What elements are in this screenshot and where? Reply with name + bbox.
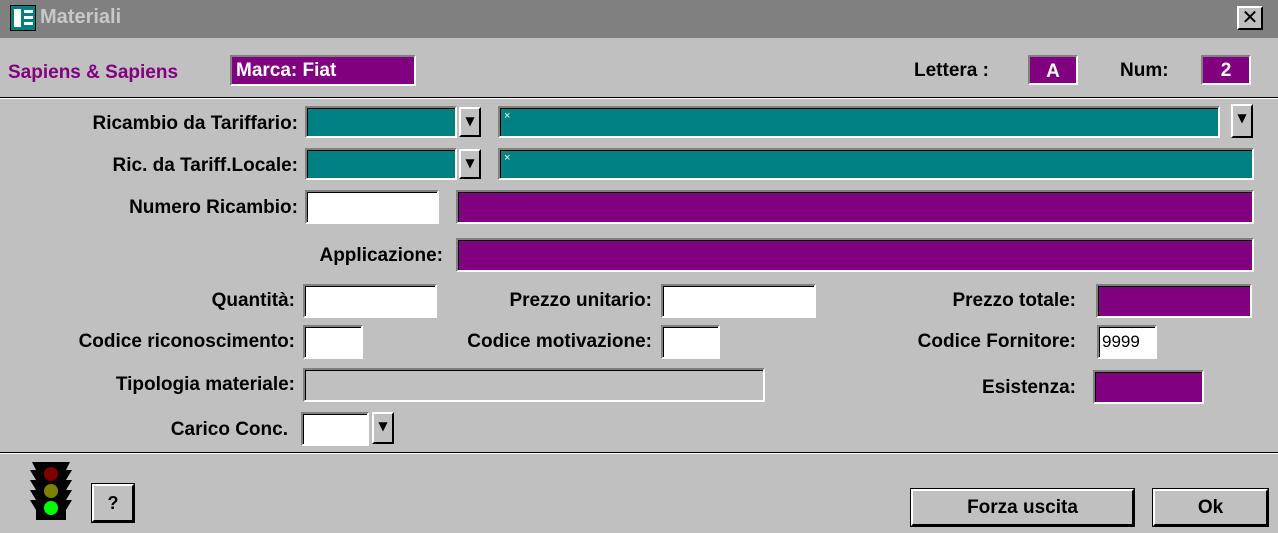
lettera-value: A <box>1028 55 1078 85</box>
quantita-label: Quantità: <box>211 290 295 311</box>
traffic-light-icon <box>30 462 72 520</box>
codice-riconoscimento-label: Codice riconoscimento: <box>78 331 295 352</box>
esistenza-field <box>1093 370 1204 404</box>
ricambio-locale-desc-field[interactable]: × <box>498 148 1254 180</box>
close-button[interactable]: ✕ <box>1237 6 1263 30</box>
codice-fornitore-label: Codice Fornitore: <box>917 331 1076 352</box>
applicazione-field <box>456 238 1254 272</box>
applicazione-label: Applicazione: <box>319 245 443 266</box>
field-marker: × <box>504 152 511 164</box>
ricambio-locale-code-field[interactable] <box>305 148 457 180</box>
prezzo-totale-field <box>1096 284 1252 318</box>
codice-riconoscimento-input[interactable] <box>303 325 363 359</box>
quantita-input[interactable] <box>303 284 437 318</box>
codice-motivazione-label: Codice motivazione: <box>467 331 652 352</box>
carico-conc-dropdown[interactable]: ▼ <box>372 412 394 444</box>
lettera-label: Lettera : <box>914 60 989 81</box>
ricambio-tariffario-dropdown[interactable]: ▼ <box>459 107 481 137</box>
dropdown-arrow-icon: ▼ <box>378 419 388 433</box>
ricambio-tariffario-label: Ricambio da Tariffario: <box>92 113 298 134</box>
tipologia-label: Tipologia materiale: <box>115 374 295 395</box>
close-icon: ✕ <box>1241 5 1259 29</box>
ricambio-tariffario-desc-field[interactable]: × <box>498 106 1220 138</box>
num-value: 2 <box>1201 55 1251 85</box>
codice-motivazione-input[interactable] <box>661 325 720 359</box>
title-bar[interactable]: Materiali ✕ <box>0 0 1278 38</box>
field-marker: × <box>504 110 511 122</box>
brand-badge: Marca: Fiat <box>230 55 416 86</box>
footer-divider <box>0 452 1278 454</box>
prezzo-unitario-label: Prezzo unitario: <box>509 290 652 311</box>
forza-uscita-button[interactable]: Forza uscita <box>911 489 1134 526</box>
dropdown-arrow-icon: ▼ <box>1237 111 1247 125</box>
ricambio-tariffario-code-field[interactable] <box>305 106 457 138</box>
codice-fornitore-input[interactable]: 9999 <box>1097 325 1157 359</box>
help-button[interactable]: ? <box>92 484 134 522</box>
window-app-icon <box>10 5 36 31</box>
numero-ricambio-description <box>456 190 1254 224</box>
ok-button[interactable]: Ok <box>1153 489 1268 526</box>
esistenza-label: Esistenza: <box>982 377 1076 398</box>
ricambio-tariffario-desc-dropdown[interactable]: ▼ <box>1231 104 1253 138</box>
header-divider <box>0 97 1278 99</box>
tipologia-field <box>303 368 765 402</box>
prezzo-unitario-input[interactable] <box>661 284 816 318</box>
dropdown-arrow-icon: ▼ <box>465 114 475 128</box>
window-title: Materiali <box>40 6 122 28</box>
prezzo-totale-label: Prezzo totale: <box>952 290 1076 311</box>
dropdown-arrow-icon: ▼ <box>465 156 475 170</box>
ricambio-locale-label: Ric. da Tariff.Locale: <box>112 155 298 176</box>
carico-conc-field[interactable] <box>301 412 369 446</box>
num-label: Num: <box>1120 60 1169 81</box>
carico-conc-label: Carico Conc. <box>170 419 288 440</box>
numero-ricambio-input[interactable] <box>305 190 439 224</box>
ricambio-locale-dropdown[interactable]: ▼ <box>459 149 481 179</box>
numero-ricambio-label: Numero Ricambio: <box>129 197 298 218</box>
company-name: Sapiens & Sapiens <box>8 62 179 83</box>
